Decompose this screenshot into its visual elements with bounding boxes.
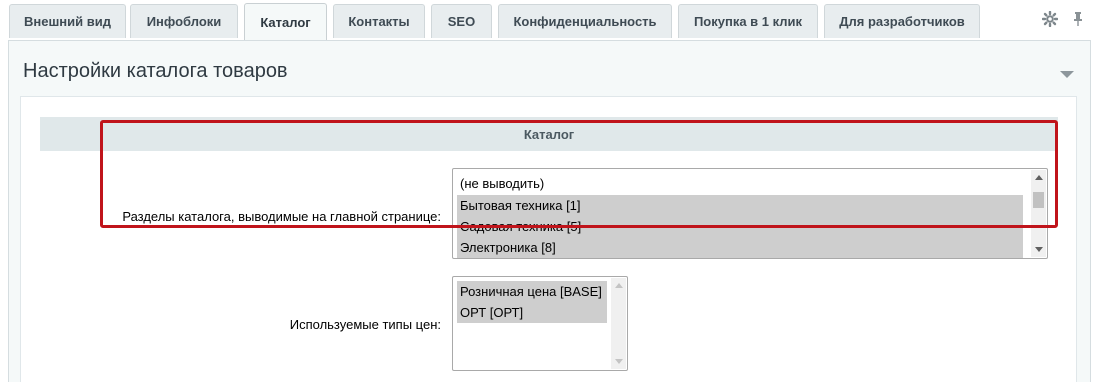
list-option[interactable]: ОРТ [ОРТ] [457,302,607,323]
tab-infoblocks[interactable]: Инфоблоки [130,4,238,38]
gear-icon[interactable] [1041,10,1059,28]
tab-label: Покупка в 1 клик [693,14,803,29]
list-option[interactable]: Розничная цена [BASE] [457,281,607,302]
pin-icon[interactable] [1069,10,1087,28]
list-option[interactable]: Электроника [8] [457,237,1023,258]
tab-label: Контакты [348,14,410,29]
tab-label: Конфиденциальность [513,14,657,29]
tab-appearance[interactable]: Внешний вид [9,4,126,38]
tab-bar: Внешний вид Инфоблоки Каталог Контакты S… [0,0,1099,40]
tab-label: Каталог [260,14,311,30]
price-types-select[interactable]: Розничная цена [BASE] ОРТ [ОРТ] [452,276,628,371]
tab-one-click-buy[interactable]: Покупка в 1 клик [678,4,818,38]
tab-label: Для разработчиков [839,14,965,29]
tab-contacts[interactable]: Контакты [333,4,425,38]
tab-privacy[interactable]: Конфиденциальность [498,4,672,38]
tab-seo[interactable]: SEO [431,4,492,38]
chevron-down-icon[interactable] [1059,67,1075,78]
tab-label: Инфоблоки [146,14,222,29]
tab-label: Внешний вид [24,14,111,29]
scroll-up-arrow-icon[interactable] [615,283,623,288]
panel-title: Настройки каталога товаров [23,60,288,82]
highlight-frame [100,120,1058,228]
tab-tools [1041,10,1087,28]
tab-developers[interactable]: Для разработчиков [824,4,980,38]
scrollbar[interactable] [611,278,626,369]
scroll-down-arrow-icon[interactable] [615,359,623,364]
price-types-label: Используемые типы цен: [289,317,441,332]
tab-label: SEO [447,14,476,29]
tab-catalog[interactable]: Каталог [244,3,327,40]
scroll-down-arrow-icon[interactable] [1035,247,1043,252]
